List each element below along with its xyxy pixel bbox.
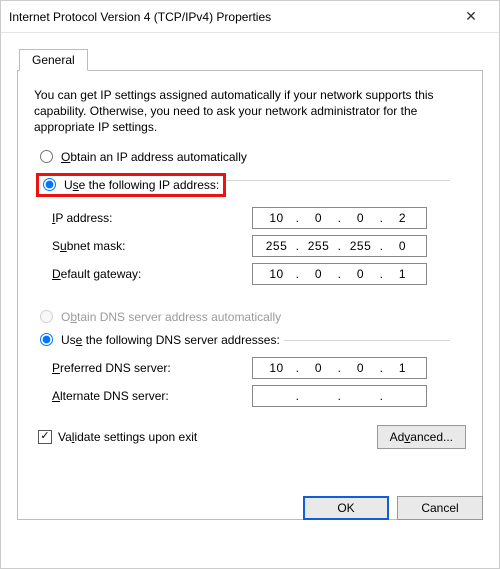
alternate-dns-label: Alternate DNS server: — [52, 389, 252, 403]
radio-obtain-dns-auto-input — [40, 310, 53, 323]
radio-use-following-dns[interactable]: Use the following DNS server addresses: — [40, 333, 284, 347]
default-gateway-row: Default gateway: 10. 0. 0. 1 — [52, 263, 466, 285]
validate-checkbox-label: Validate settings upon exit — [58, 430, 197, 444]
alternate-dns-input[interactable]: . . . — [252, 385, 427, 407]
dialog-window: Internet Protocol Version 4 (TCP/IPv4) P… — [0, 0, 500, 569]
preferred-dns-label: Preferred DNS server: — [52, 361, 252, 375]
ip-address-row: IP address: 10. 0. 0. 2 — [52, 207, 466, 229]
advanced-button[interactable]: Advanced... — [377, 425, 466, 449]
default-gateway-input[interactable]: 10. 0. 0. 1 — [252, 263, 427, 285]
radio-obtain-ip-auto[interactable]: Obtain an IP address automatically — [40, 150, 466, 164]
intro-text: You can get IP settings assigned automat… — [34, 87, 466, 136]
radio-obtain-dns-auto-label: Obtain DNS server address automatically — [59, 310, 281, 324]
subnet-mask-label: Subnet mask: — [52, 239, 252, 253]
radio-obtain-ip-auto-input[interactable] — [40, 150, 53, 163]
radio-use-following-ip[interactable]: Use the following IP address: — [36, 173, 226, 197]
titlebar: Internet Protocol Version 4 (TCP/IPv4) P… — [1, 1, 499, 33]
default-gateway-label: Default gateway: — [52, 267, 252, 281]
radio-use-following-dns-input[interactable] — [40, 333, 53, 346]
ip-address-input[interactable]: 10. 0. 0. 2 — [252, 207, 427, 229]
close-icon[interactable]: ✕ — [451, 8, 491, 25]
radio-use-following-dns-label: Use the following DNS server addresses: — [59, 333, 280, 347]
bottom-row: ✓ Validate settings upon exit Advanced..… — [34, 425, 466, 449]
validate-checkbox[interactable]: ✓ — [38, 430, 52, 444]
radio-use-following-ip-label: Use the following IP address: — [62, 178, 219, 192]
alternate-dns-row: Alternate DNS server: . . . — [52, 385, 466, 407]
preferred-dns-row: Preferred DNS server: 10. 0. 0. 1 — [52, 357, 466, 379]
window-title: Internet Protocol Version 4 (TCP/IPv4) P… — [9, 10, 451, 24]
validate-checkbox-row[interactable]: ✓ Validate settings upon exit — [38, 430, 197, 444]
subnet-mask-row: Subnet mask: 255. 255. 255. 0 — [52, 235, 466, 257]
radio-obtain-dns-auto: Obtain DNS server address automatically — [40, 310, 466, 324]
radio-obtain-ip-auto-label: Obtain an IP address automatically — [59, 150, 247, 164]
dialog-footer: OK Cancel — [303, 496, 483, 520]
preferred-dns-input[interactable]: 10. 0. 0. 1 — [252, 357, 427, 379]
tabstrip: General — [17, 49, 483, 71]
tab-general[interactable]: General — [19, 49, 88, 71]
tabpanel-general: You can get IP settings assigned automat… — [17, 70, 483, 520]
subnet-mask-input[interactable]: 255. 255. 255. 0 — [252, 235, 427, 257]
cancel-button[interactable]: Cancel — [397, 496, 483, 520]
ok-button[interactable]: OK — [303, 496, 389, 520]
client-area: General You can get IP settings assigned… — [1, 33, 499, 532]
ip-address-label: IP address: — [52, 211, 252, 225]
radio-use-following-ip-input[interactable] — [43, 178, 56, 191]
